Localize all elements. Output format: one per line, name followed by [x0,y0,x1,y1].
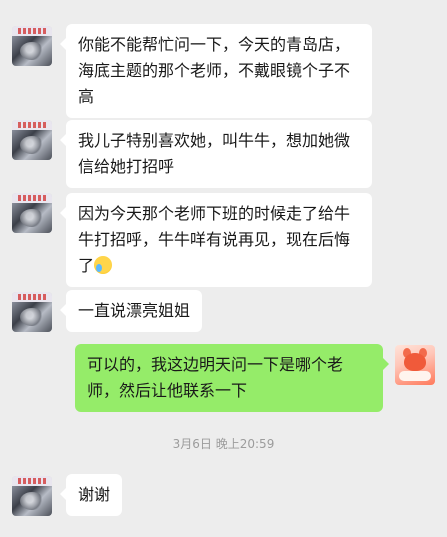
message-bubble[interactable]: 因为今天那个老师下班的时候走了给牛牛打招呼，牛牛咩有说再见，现在后悔了 [60,193,372,287]
contact-avatar[interactable] [12,292,52,332]
message-bubble[interactable]: 我儿子特别喜欢她，叫牛牛，想加她微信给她打招呼 [60,120,372,188]
message-text: 我儿子特别喜欢她，叫牛牛，想加她微信给她打招呼 [78,131,351,176]
crying-laughing-emoji-icon [94,256,113,274]
message-bubble[interactable]: 一直说漂亮姐姐 [59,290,203,332]
message-text: 因为今天那个老师下班的时候走了给牛牛打招呼，牛牛咩有说再见，现在后悔了 [78,204,351,275]
contact-avatar[interactable] [12,193,52,233]
message-bubble[interactable]: 谢谢 [59,474,123,516]
message-text: 可以的，我这边明天问一下是哪个老师，然后让他联系一下 [87,355,344,400]
contact-avatar[interactable] [12,26,52,66]
message-bubble[interactable]: 可以的，我这边明天问一下是哪个老师，然后让他联系一下 [75,344,389,412]
contact-avatar[interactable] [12,120,52,160]
self-avatar[interactable] [395,345,435,385]
contact-avatar[interactable] [12,476,52,516]
message-text: 一直说漂亮姐姐 [78,301,191,320]
message-bubble[interactable]: 你能不能帮忙问一下，今天的青岛店，海底主题的那个老师，不戴眼镜个子不高 [60,24,372,118]
message-timestamp: 3月6日 晚上20:59 [172,437,275,451]
message-text: 你能不能帮忙问一下，今天的青岛店，海底主题的那个老师，不戴眼镜个子不高 [78,35,351,106]
message-text: 谢谢 [78,485,111,504]
